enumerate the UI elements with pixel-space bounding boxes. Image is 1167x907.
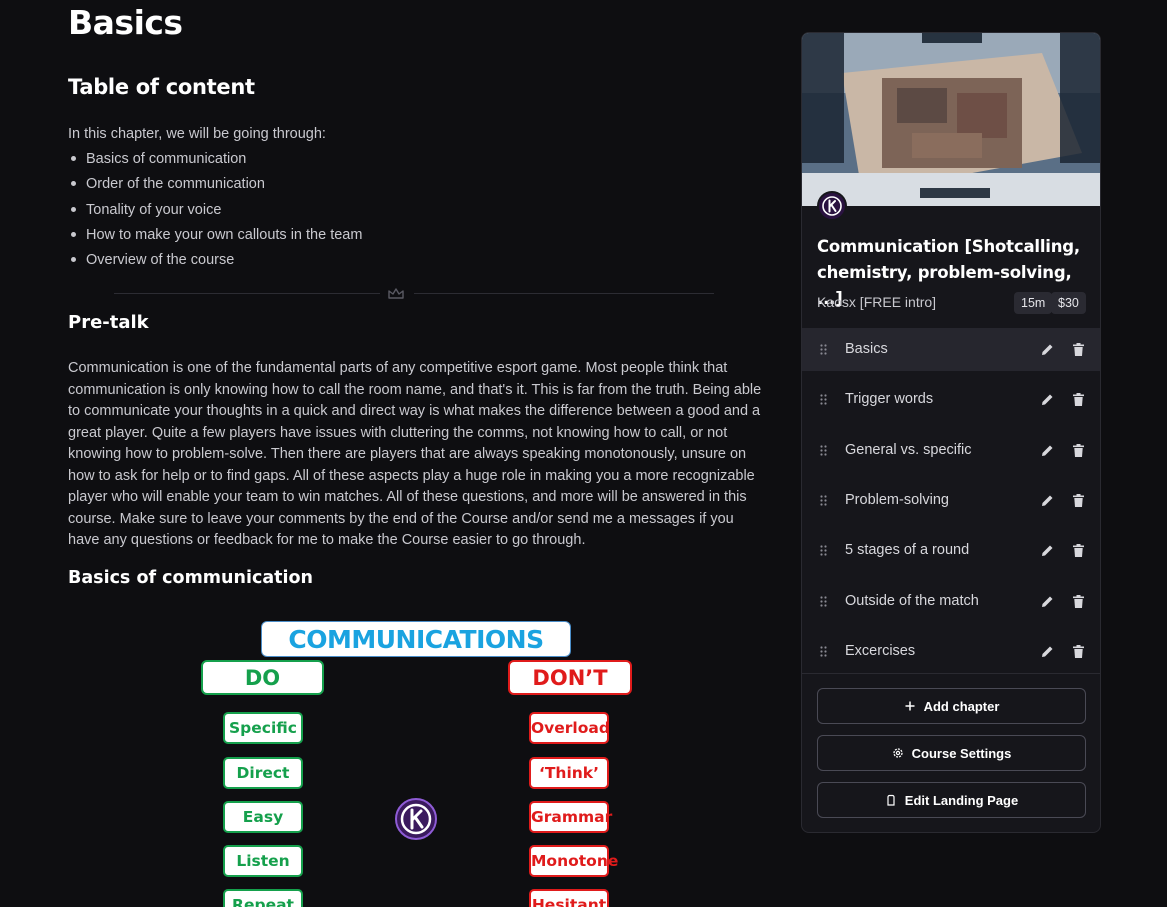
edit-icon[interactable] (1041, 343, 1054, 356)
delete-icon[interactable] (1073, 443, 1084, 457)
chapter-label: Problem-solving (845, 491, 949, 508)
do-item: Repeat (223, 889, 303, 907)
chapter-item-basics[interactable]: Basics (802, 328, 1100, 371)
chapter-item-general-vs-specific[interactable]: General vs. specific (802, 429, 1100, 472)
do-item: Specific (223, 712, 303, 744)
drag-handle-icon[interactable] (820, 394, 827, 405)
chapter-item-outside-match[interactable]: Outside of the match (802, 580, 1100, 623)
section-divider (114, 287, 714, 301)
page-icon (887, 794, 895, 806)
add-chapter-label: Add chapter (923, 698, 1000, 714)
do-item: Direct (223, 757, 303, 789)
drag-handle-icon[interactable] (820, 646, 827, 657)
drag-handle-icon[interactable] (820, 344, 827, 355)
add-chapter-button[interactable]: Add chapter (817, 688, 1086, 724)
page-title: Basics (68, 3, 183, 42)
crown-icon (388, 288, 404, 299)
communications-infographic: COMMUNICATIONS DO DON’T Specific Direct … (68, 614, 768, 907)
price-badge: $30 (1051, 292, 1086, 314)
dont-item: Hesitant (529, 889, 609, 907)
dont-item: Monotone (529, 845, 618, 877)
edit-icon[interactable] (1041, 444, 1054, 457)
edit-landing-label: Edit Landing Page (904, 792, 1019, 808)
delete-icon[interactable] (1073, 393, 1084, 407)
gear-icon (893, 748, 903, 758)
edit-icon[interactable] (1041, 544, 1054, 557)
edit-icon[interactable] (1041, 494, 1054, 507)
chapter-item-trigger-words[interactable]: Trigger words (802, 378, 1100, 421)
chapter-label: General vs. specific (845, 441, 972, 458)
chapter-label: Excercises (845, 642, 916, 659)
toc-intro: In this chapter, we will be going throug… (68, 126, 326, 142)
do-item: Listen (223, 845, 303, 877)
course-settings-label: Course Settings (911, 745, 1012, 761)
duration-badge: 15m (1014, 292, 1053, 314)
dont-header: DON’T (508, 660, 632, 695)
edit-icon[interactable] (1041, 595, 1054, 608)
delete-icon[interactable] (1073, 594, 1084, 608)
delete-icon[interactable] (1073, 493, 1084, 507)
edit-icon[interactable] (1041, 645, 1054, 658)
chapter-label: Basics (845, 341, 888, 357)
edit-icon[interactable] (1041, 393, 1054, 406)
toc-item: Overview of the course (68, 249, 362, 274)
plus-icon (905, 701, 915, 711)
drag-handle-icon[interactable] (820, 595, 827, 607)
delete-icon[interactable] (1073, 544, 1084, 558)
do-header: DO (201, 660, 324, 695)
infographic-title: COMMUNICATIONS (261, 621, 571, 657)
card-divider (802, 673, 1100, 674)
dont-item: Overload (529, 712, 610, 744)
course-settings-button[interactable]: Course Settings (817, 735, 1086, 771)
author-logo-icon (395, 798, 437, 840)
author-avatar[interactable] (817, 191, 847, 221)
chapter-label: Trigger words (845, 391, 934, 408)
drag-handle-icon[interactable] (820, 444, 827, 456)
dont-item: ‘Think’ (529, 757, 609, 789)
toc-item: Order of the communication (68, 173, 362, 198)
chapter-item-5-stages[interactable]: 5 stages of a round (802, 529, 1100, 572)
edit-landing-page-button[interactable]: Edit Landing Page (817, 782, 1086, 818)
course-author: Kaosx [FREE intro] (817, 294, 937, 310)
chapter-item-excercises[interactable]: Excercises (802, 630, 1100, 673)
do-item: Easy (223, 801, 303, 833)
author-avatar-icon (822, 196, 842, 216)
toc-item: Basics of communication (68, 148, 362, 173)
toc-list: Basics of communication Order of the com… (68, 148, 362, 274)
delete-icon[interactable] (1073, 343, 1084, 356)
chapter-label: Outside of the match (845, 592, 979, 609)
toc-item: Tonality of your voice (68, 199, 362, 224)
chapter-label: 5 stages of a round (845, 542, 970, 559)
toc-item: How to make your own callouts in the tea… (68, 224, 362, 249)
pretalk-heading: Pre-talk (68, 312, 149, 333)
course-card: Communication [Shotcalling, chemistry, p… (801, 32, 1101, 833)
drag-handle-icon[interactable] (820, 495, 827, 506)
course-thumbnail[interactable] (802, 33, 1101, 206)
delete-icon[interactable] (1073, 644, 1084, 658)
basics-heading: Basics of communication (68, 568, 313, 588)
chapter-item-problem-solving[interactable]: Problem-solving (802, 479, 1100, 522)
dont-item: Grammar (529, 801, 612, 833)
drag-handle-icon[interactable] (820, 545, 827, 556)
toc-title: Table of content (68, 75, 255, 99)
pretalk-paragraph: Communication is one of the fundamental … (68, 360, 762, 548)
